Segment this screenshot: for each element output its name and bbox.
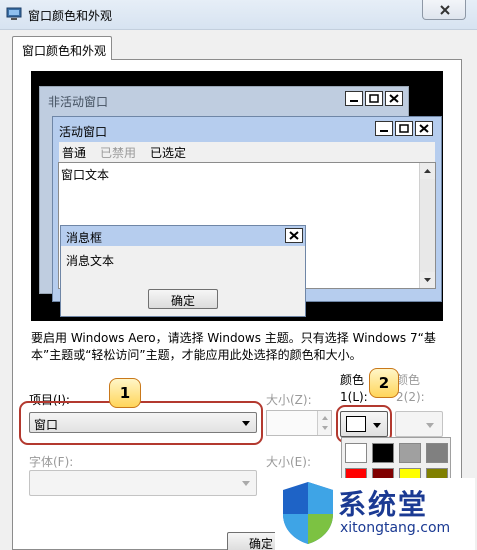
maximize-icon bbox=[395, 121, 413, 136]
color2-label: 颜色 2(2): bbox=[396, 373, 425, 404]
menu-disabled: 已禁用 bbox=[100, 146, 137, 160]
preview-ok-label: 确定 bbox=[170, 294, 195, 308]
aero-description: 要启用 Windows Aero，请选择 Windows 主题。只有选择 Win… bbox=[31, 331, 436, 362]
palette-light-gray[interactable] bbox=[399, 443, 421, 463]
watermark-text: 系统堂 bbox=[338, 488, 429, 521]
window-title: 窗口颜色和外观 bbox=[28, 9, 113, 23]
preview-ok-button: 确定 bbox=[148, 289, 218, 309]
message-box-titlebar: 消息框 bbox=[61, 226, 305, 246]
minimize-icon bbox=[375, 121, 393, 136]
close-icon bbox=[285, 228, 303, 243]
palette-gray[interactable] bbox=[426, 443, 448, 463]
size-spinner[interactable] bbox=[317, 411, 331, 435]
scroll-down-icon bbox=[420, 272, 435, 288]
chevron-down-icon bbox=[426, 423, 434, 428]
close-icon bbox=[415, 121, 433, 136]
highlight-item bbox=[19, 401, 263, 445]
message-text: 消息文本 bbox=[66, 254, 115, 268]
title-bar: 窗口颜色和外观 bbox=[0, 0, 477, 30]
font-label: 字体(F): bbox=[29, 455, 74, 469]
message-box-preview: 消息框 消息文本 确定 bbox=[60, 225, 306, 317]
palette-white[interactable] bbox=[345, 443, 367, 463]
tab-label: 窗口颜色和外观 bbox=[22, 44, 107, 58]
scroll-up-icon bbox=[420, 163, 435, 179]
inactive-window-title: 非活动窗口 bbox=[48, 95, 109, 109]
confirm-label: 确定 bbox=[249, 537, 274, 550]
watermark: 系统堂 xitongtang.com bbox=[275, 478, 475, 550]
preview-menu-bar: 普通 已禁用 已选定 bbox=[59, 142, 435, 162]
color2-button[interactable] bbox=[395, 411, 443, 437]
message-box-title: 消息框 bbox=[66, 231, 103, 245]
active-window-title: 活动窗口 bbox=[59, 125, 108, 139]
callout-2: 2 bbox=[369, 368, 399, 398]
close-button[interactable] bbox=[422, 0, 466, 20]
close-icon bbox=[385, 91, 403, 106]
menu-normal: 普通 bbox=[62, 146, 87, 160]
font-dropdown[interactable] bbox=[29, 470, 257, 496]
size-label: 大小(Z): bbox=[266, 393, 312, 407]
size-input[interactable] bbox=[266, 410, 332, 436]
preview-scrollbar bbox=[419, 163, 435, 288]
menu-selected: 已选定 bbox=[150, 146, 187, 160]
watermark-url: xitongtang.com bbox=[340, 520, 451, 536]
minimize-icon bbox=[345, 91, 363, 106]
callout-1: 1 bbox=[109, 378, 141, 408]
tab-window-color[interactable]: 窗口颜色和外观 bbox=[12, 36, 112, 60]
close-icon bbox=[440, 5, 450, 15]
palette-black[interactable] bbox=[372, 443, 394, 463]
font-size-label: 大小(E): bbox=[266, 455, 311, 469]
display-icon bbox=[6, 7, 22, 20]
shield-logo-icon bbox=[283, 482, 333, 544]
window-text: 窗口文本 bbox=[61, 168, 110, 182]
maximize-icon bbox=[365, 91, 383, 106]
chevron-down-icon bbox=[242, 481, 250, 486]
